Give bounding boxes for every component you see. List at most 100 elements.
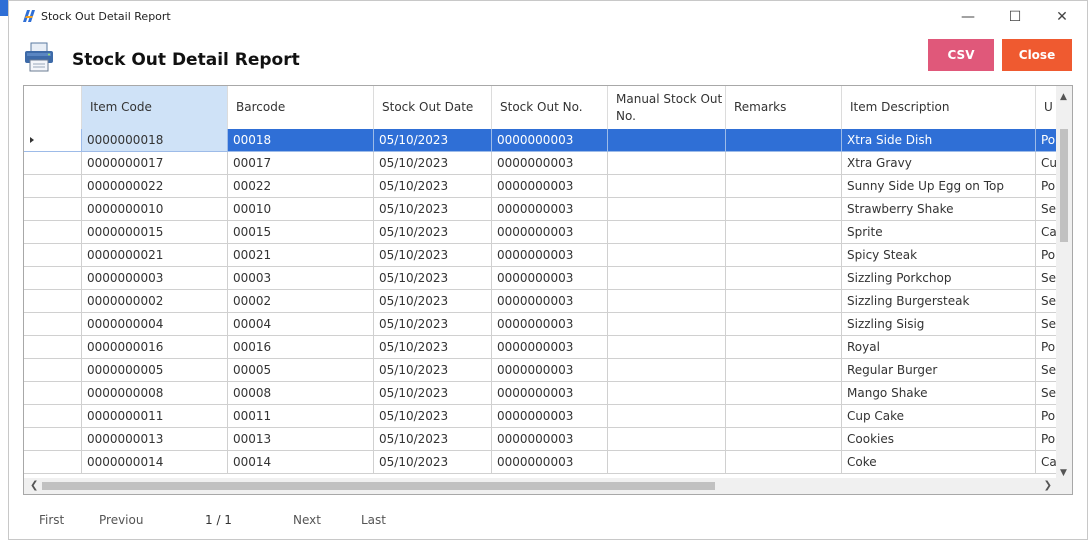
cell-item-code[interactable]: 0000000002 (82, 290, 228, 313)
cell-item-description[interactable]: Sunny Side Up Egg on Top (842, 175, 1036, 198)
cell-stock-out-no[interactable]: 0000000003 (492, 198, 608, 221)
cell-item-code[interactable]: 0000000014 (82, 451, 228, 474)
cell-remarks[interactable] (726, 451, 842, 474)
cell-barcode[interactable]: 00010 (228, 198, 374, 221)
title-bar[interactable]: Stock Out Detail Report — ☐ ✕ (9, 1, 1087, 33)
cell-remarks[interactable] (726, 267, 842, 290)
cell-manual-stock-out-no[interactable] (608, 221, 726, 244)
cell-stock-out-date[interactable]: 05/10/2023 (374, 382, 492, 405)
cell-item-code[interactable]: 0000000018 (82, 129, 228, 152)
cell-barcode[interactable]: 00004 (228, 313, 374, 336)
maximize-button[interactable]: ☐ (1004, 7, 1026, 27)
cell-manual-stock-out-no[interactable] (608, 129, 726, 152)
cell-item-description[interactable]: Regular Burger (842, 359, 1036, 382)
cell-stock-out-date[interactable]: 05/10/2023 (374, 198, 492, 221)
cell-item-code[interactable]: 0000000013 (82, 428, 228, 451)
cell-barcode[interactable]: 00011 (228, 405, 374, 428)
cell-barcode[interactable]: 00022 (228, 175, 374, 198)
cell-item-code[interactable]: 0000000004 (82, 313, 228, 336)
cell-item-code[interactable]: 0000000015 (82, 221, 228, 244)
cell-remarks[interactable] (726, 313, 842, 336)
csv-button[interactable]: CSV (928, 39, 994, 71)
column-header-manual-stock-out-no[interactable]: Manual Stock Out No. (608, 86, 726, 129)
cell-barcode[interactable]: 00014 (228, 451, 374, 474)
cell-item-code[interactable]: 0000000022 (82, 175, 228, 198)
cell-remarks[interactable] (726, 405, 842, 428)
cell-stock-out-date[interactable]: 05/10/2023 (374, 175, 492, 198)
cell-stock-out-date[interactable]: 05/10/2023 (374, 359, 492, 382)
column-header-item-description[interactable]: Item Description (842, 86, 1036, 129)
row-header-cell[interactable] (24, 198, 82, 221)
cell-item-code[interactable]: 0000000021 (82, 244, 228, 267)
vertical-scrollbar[interactable]: ▲ ▼ (1056, 86, 1072, 480)
row-header-cell[interactable] (24, 336, 82, 359)
row-header-cell[interactable] (24, 267, 82, 290)
cell-manual-stock-out-no[interactable] (608, 336, 726, 359)
row-header-cell[interactable] (24, 405, 82, 428)
cell-barcode[interactable]: 00015 (228, 221, 374, 244)
cell-remarks[interactable] (726, 198, 842, 221)
row-header-cell[interactable] (24, 359, 82, 382)
cell-stock-out-date[interactable]: 05/10/2023 (374, 267, 492, 290)
cell-stock-out-no[interactable]: 0000000003 (492, 336, 608, 359)
cell-stock-out-date[interactable]: 05/10/2023 (374, 451, 492, 474)
column-header-remarks[interactable]: Remarks (726, 86, 842, 129)
cell-barcode[interactable]: 00021 (228, 244, 374, 267)
cell-stock-out-date[interactable]: 05/10/2023 (374, 336, 492, 359)
cell-item-description[interactable]: Cup Cake (842, 405, 1036, 428)
cell-item-description[interactable]: Royal (842, 336, 1036, 359)
cell-remarks[interactable] (726, 221, 842, 244)
cell-barcode[interactable]: 00016 (228, 336, 374, 359)
cell-remarks[interactable] (726, 359, 842, 382)
row-header-cell[interactable] (24, 152, 82, 175)
cell-barcode[interactable]: 00005 (228, 359, 374, 382)
cell-stock-out-no[interactable]: 0000000003 (492, 267, 608, 290)
row-header-cell[interactable] (24, 244, 82, 267)
cell-manual-stock-out-no[interactable] (608, 405, 726, 428)
cell-remarks[interactable] (726, 428, 842, 451)
column-header-barcode[interactable]: Barcode (228, 86, 374, 129)
cell-remarks[interactable] (726, 382, 842, 405)
row-header-cell[interactable] (24, 382, 82, 405)
cell-stock-out-date[interactable]: 05/10/2023 (374, 428, 492, 451)
cell-item-description[interactable]: Spicy Steak (842, 244, 1036, 267)
cell-stock-out-date[interactable]: 05/10/2023 (374, 221, 492, 244)
cell-stock-out-no[interactable]: 0000000003 (492, 359, 608, 382)
cell-item-code[interactable]: 0000000005 (82, 359, 228, 382)
cell-manual-stock-out-no[interactable] (608, 152, 726, 175)
previous-page-button[interactable]: Previou (99, 513, 143, 527)
cell-stock-out-no[interactable]: 0000000003 (492, 175, 608, 198)
row-header-cell[interactable] (24, 129, 82, 152)
cell-stock-out-no[interactable]: 0000000003 (492, 313, 608, 336)
cell-barcode[interactable]: 00018 (228, 129, 374, 152)
scroll-right-icon[interactable]: ❯ (1044, 480, 1052, 491)
cell-item-code[interactable]: 0000000003 (82, 267, 228, 290)
vertical-scroll-thumb[interactable] (1060, 129, 1068, 242)
cell-remarks[interactable] (726, 175, 842, 198)
cell-manual-stock-out-no[interactable] (608, 359, 726, 382)
cell-stock-out-date[interactable]: 05/10/2023 (374, 129, 492, 152)
cell-barcode[interactable]: 00003 (228, 267, 374, 290)
scroll-up-icon[interactable]: ▲ (1060, 92, 1067, 102)
column-header-stock-out-date[interactable]: Stock Out Date (374, 86, 492, 129)
cell-item-description[interactable]: Strawberry Shake (842, 198, 1036, 221)
cell-stock-out-date[interactable]: 05/10/2023 (374, 313, 492, 336)
row-header-cell[interactable] (24, 451, 82, 474)
cell-manual-stock-out-no[interactable] (608, 290, 726, 313)
cell-manual-stock-out-no[interactable] (608, 451, 726, 474)
cell-item-code[interactable]: 0000000010 (82, 198, 228, 221)
cell-item-code[interactable]: 0000000011 (82, 405, 228, 428)
cell-stock-out-no[interactable]: 0000000003 (492, 428, 608, 451)
cell-item-code[interactable]: 0000000017 (82, 152, 228, 175)
cell-item-code[interactable]: 0000000016 (82, 336, 228, 359)
cell-remarks[interactable] (726, 129, 842, 152)
row-header-cell[interactable] (24, 175, 82, 198)
cell-manual-stock-out-no[interactable] (608, 198, 726, 221)
cell-item-description[interactable]: Sizzling Porkchop (842, 267, 1036, 290)
cell-item-description[interactable]: Cookies (842, 428, 1036, 451)
cell-item-description[interactable]: Sprite (842, 221, 1036, 244)
horizontal-scrollbar[interactable]: ❮ ❯ (24, 478, 1058, 494)
cell-stock-out-no[interactable]: 0000000003 (492, 405, 608, 428)
row-header-cell[interactable] (24, 313, 82, 336)
close-button[interactable]: Close (1002, 39, 1072, 71)
